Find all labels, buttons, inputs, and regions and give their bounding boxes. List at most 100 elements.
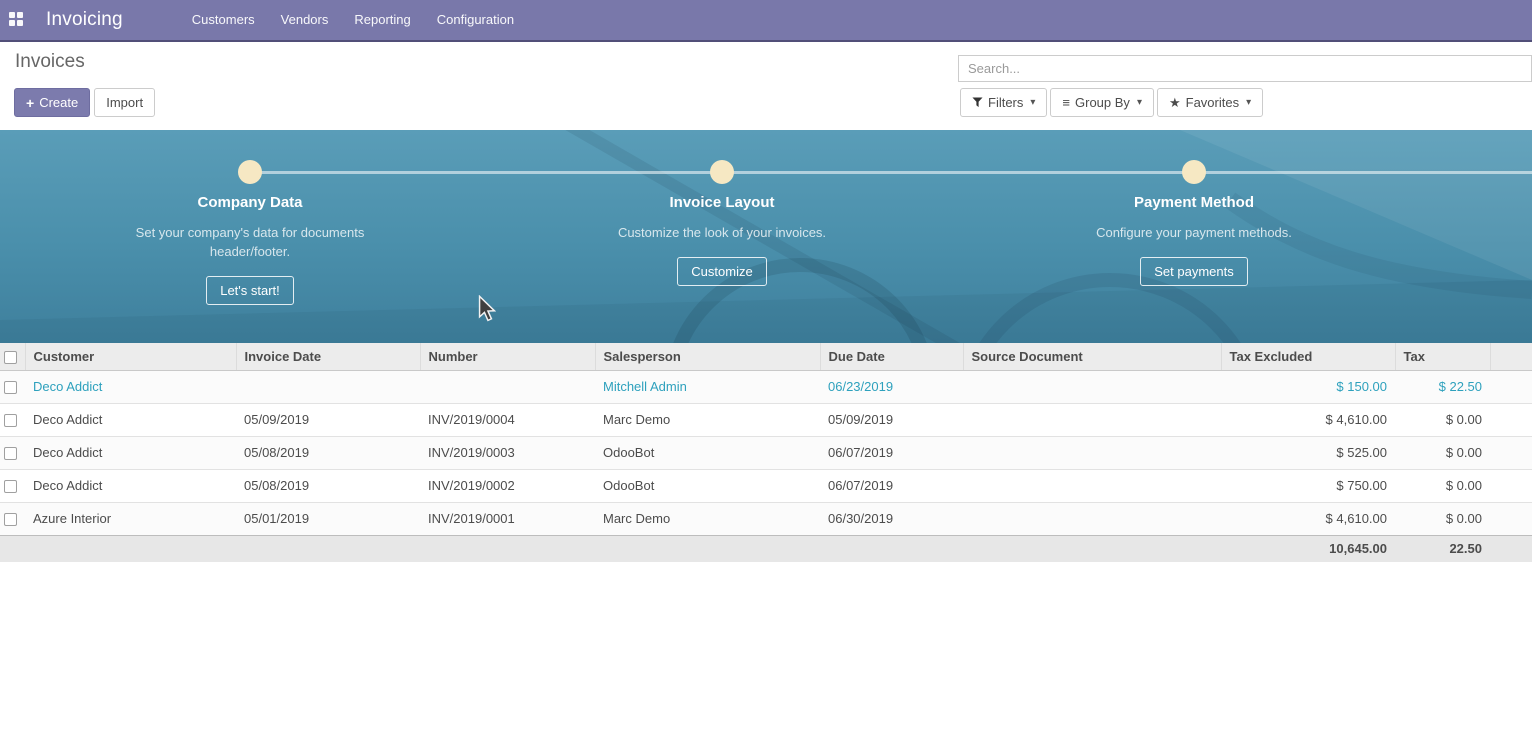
nav-item-configuration[interactable]: Configuration [424,0,527,41]
customize-button[interactable]: Customize [677,257,766,286]
nav-item-vendors[interactable]: Vendors [268,0,342,41]
create-button-label: Create [39,95,78,110]
search-input[interactable] [958,55,1532,82]
lets-start-button[interactable]: Let's start! [206,276,294,305]
row-checkbox[interactable] [4,513,17,526]
select-all-checkbox[interactable] [4,351,17,364]
cell-source-document[interactable] [963,502,1221,535]
filter-funnel-icon [972,97,983,108]
nav-item-reporting[interactable]: Reporting [341,0,423,41]
cell-spacer [1490,370,1532,403]
filters-button-label: Filters [988,95,1023,110]
cell-source-document[interactable] [963,403,1221,436]
invoice-list-table: Customer Invoice Date Number Salesperson… [0,343,1532,562]
cell-number[interactable]: INV/2019/0001 [420,502,595,535]
app-title[interactable]: Invoicing [46,9,123,31]
group-by-button[interactable]: ≡ Group By ▾ [1050,88,1154,117]
column-header-number[interactable]: Number [420,343,595,370]
table-totals-row: 10,645.00 22.50 [0,535,1532,562]
column-header-source-document[interactable]: Source Document [963,343,1221,370]
cell-due-date[interactable]: 06/23/2019 [820,370,963,403]
cell-number[interactable]: INV/2019/0004 [420,403,595,436]
cell-salesperson[interactable]: Mitchell Admin [595,370,820,403]
column-header-tax-excluded[interactable]: Tax Excluded [1221,343,1395,370]
cell-invoice-date[interactable]: 05/01/2019 [236,502,420,535]
column-header-due-date[interactable]: Due Date [820,343,963,370]
row-checkbox[interactable] [4,447,17,460]
cell-tax[interactable]: $ 0.00 [1395,502,1490,535]
apps-grid-icon[interactable] [9,12,25,28]
cell-invoice-date[interactable]: 05/09/2019 [236,403,420,436]
cell-spacer [1490,469,1532,502]
step-title: Payment Method [1044,194,1344,211]
chevron-down-icon: ▾ [1030,97,1035,108]
cell-source-document[interactable] [963,370,1221,403]
table-row[interactable]: Azure Interior 05/01/2019 INV/2019/0001 … [0,502,1532,535]
set-payments-button[interactable]: Set payments [1140,257,1248,286]
row-checkbox[interactable] [4,480,17,493]
nav-item-customers[interactable]: Customers [179,0,268,41]
column-header-invoice-date[interactable]: Invoice Date [236,343,420,370]
cell-number[interactable] [420,370,595,403]
navbar-menu: Customers Vendors Reporting Configuratio… [179,0,527,41]
onboarding-step-company-data: Company Data Set your company's data for… [100,194,400,305]
row-checkbox[interactable] [4,414,17,427]
cell-invoice-date[interactable]: 05/08/2019 [236,469,420,502]
cell-customer[interactable]: Deco Addict [25,403,236,436]
cell-customer[interactable]: Deco Addict [25,370,236,403]
cell-due-date[interactable]: 06/07/2019 [820,469,963,502]
cell-invoice-date[interactable] [236,370,420,403]
top-navbar: Invoicing Customers Vendors Reporting Co… [0,0,1532,42]
onboarding-progress-line [250,171,1532,174]
cell-number[interactable]: INV/2019/0002 [420,469,595,502]
onboarding-step-payment-method: Payment Method Configure your payment me… [1044,194,1344,286]
invoice-table-body: Deco Addict Mitchell Admin 06/23/2019 $ … [0,370,1532,535]
step-description: Set your company's data for documents he… [134,223,366,261]
cell-tax-excluded[interactable]: $ 4,610.00 [1221,403,1395,436]
onboarding-banner: Company Data Set your company's data for… [0,130,1532,343]
create-button[interactable]: + Create [14,88,90,117]
cell-tax[interactable]: $ 0.00 [1395,436,1490,469]
column-header-tax[interactable]: Tax [1395,343,1490,370]
row-checkbox[interactable] [4,381,17,394]
cell-customer[interactable]: Deco Addict [25,469,236,502]
group-by-bars-icon: ≡ [1062,96,1070,109]
onboarding-step-invoice-layout: Invoice Layout Customize the look of you… [572,194,872,286]
chevron-down-icon: ▾ [1137,97,1142,108]
cell-tax-excluded[interactable]: $ 750.00 [1221,469,1395,502]
cell-due-date[interactable]: 05/09/2019 [820,403,963,436]
cell-salesperson[interactable]: Marc Demo [595,502,820,535]
cell-tax[interactable]: $ 22.50 [1395,370,1490,403]
cell-salesperson[interactable]: OdooBot [595,469,820,502]
cell-due-date[interactable]: 06/30/2019 [820,502,963,535]
cell-source-document[interactable] [963,436,1221,469]
cell-tax[interactable]: $ 0.00 [1395,403,1490,436]
cell-due-date[interactable]: 06/07/2019 [820,436,963,469]
cell-number[interactable]: INV/2019/0003 [420,436,595,469]
step-dot-payment-method [1182,160,1206,184]
cell-tax[interactable]: $ 0.00 [1395,469,1490,502]
page-title: Invoices [15,51,85,73]
cell-tax-excluded[interactable]: $ 150.00 [1221,370,1395,403]
favorites-button[interactable]: ★ Favorites ▾ [1157,88,1263,117]
control-panel: Invoices + Create Import Filters ▾ ≡ Gro… [0,42,1532,130]
table-header-row: Customer Invoice Date Number Salesperson… [0,343,1532,370]
column-header-salesperson[interactable]: Salesperson [595,343,820,370]
table-row[interactable]: Deco Addict 05/08/2019 INV/2019/0002 Odo… [0,469,1532,502]
cell-invoice-date[interactable]: 05/08/2019 [236,436,420,469]
import-button[interactable]: Import [94,88,155,117]
cell-salesperson[interactable]: Marc Demo [595,403,820,436]
cell-salesperson[interactable]: OdooBot [595,436,820,469]
cell-tax-excluded[interactable]: $ 525.00 [1221,436,1395,469]
step-title: Invoice Layout [572,194,872,211]
table-row[interactable]: Deco Addict 05/08/2019 INV/2019/0003 Odo… [0,436,1532,469]
cell-spacer [1490,502,1532,535]
column-header-customer[interactable]: Customer [25,343,236,370]
cell-tax-excluded[interactable]: $ 4,610.00 [1221,502,1395,535]
filters-button[interactable]: Filters ▾ [960,88,1047,117]
table-row[interactable]: Deco Addict 05/09/2019 INV/2019/0004 Mar… [0,403,1532,436]
cell-source-document[interactable] [963,469,1221,502]
table-row[interactable]: Deco Addict Mitchell Admin 06/23/2019 $ … [0,370,1532,403]
cell-customer[interactable]: Deco Addict [25,436,236,469]
cell-customer[interactable]: Azure Interior [25,502,236,535]
